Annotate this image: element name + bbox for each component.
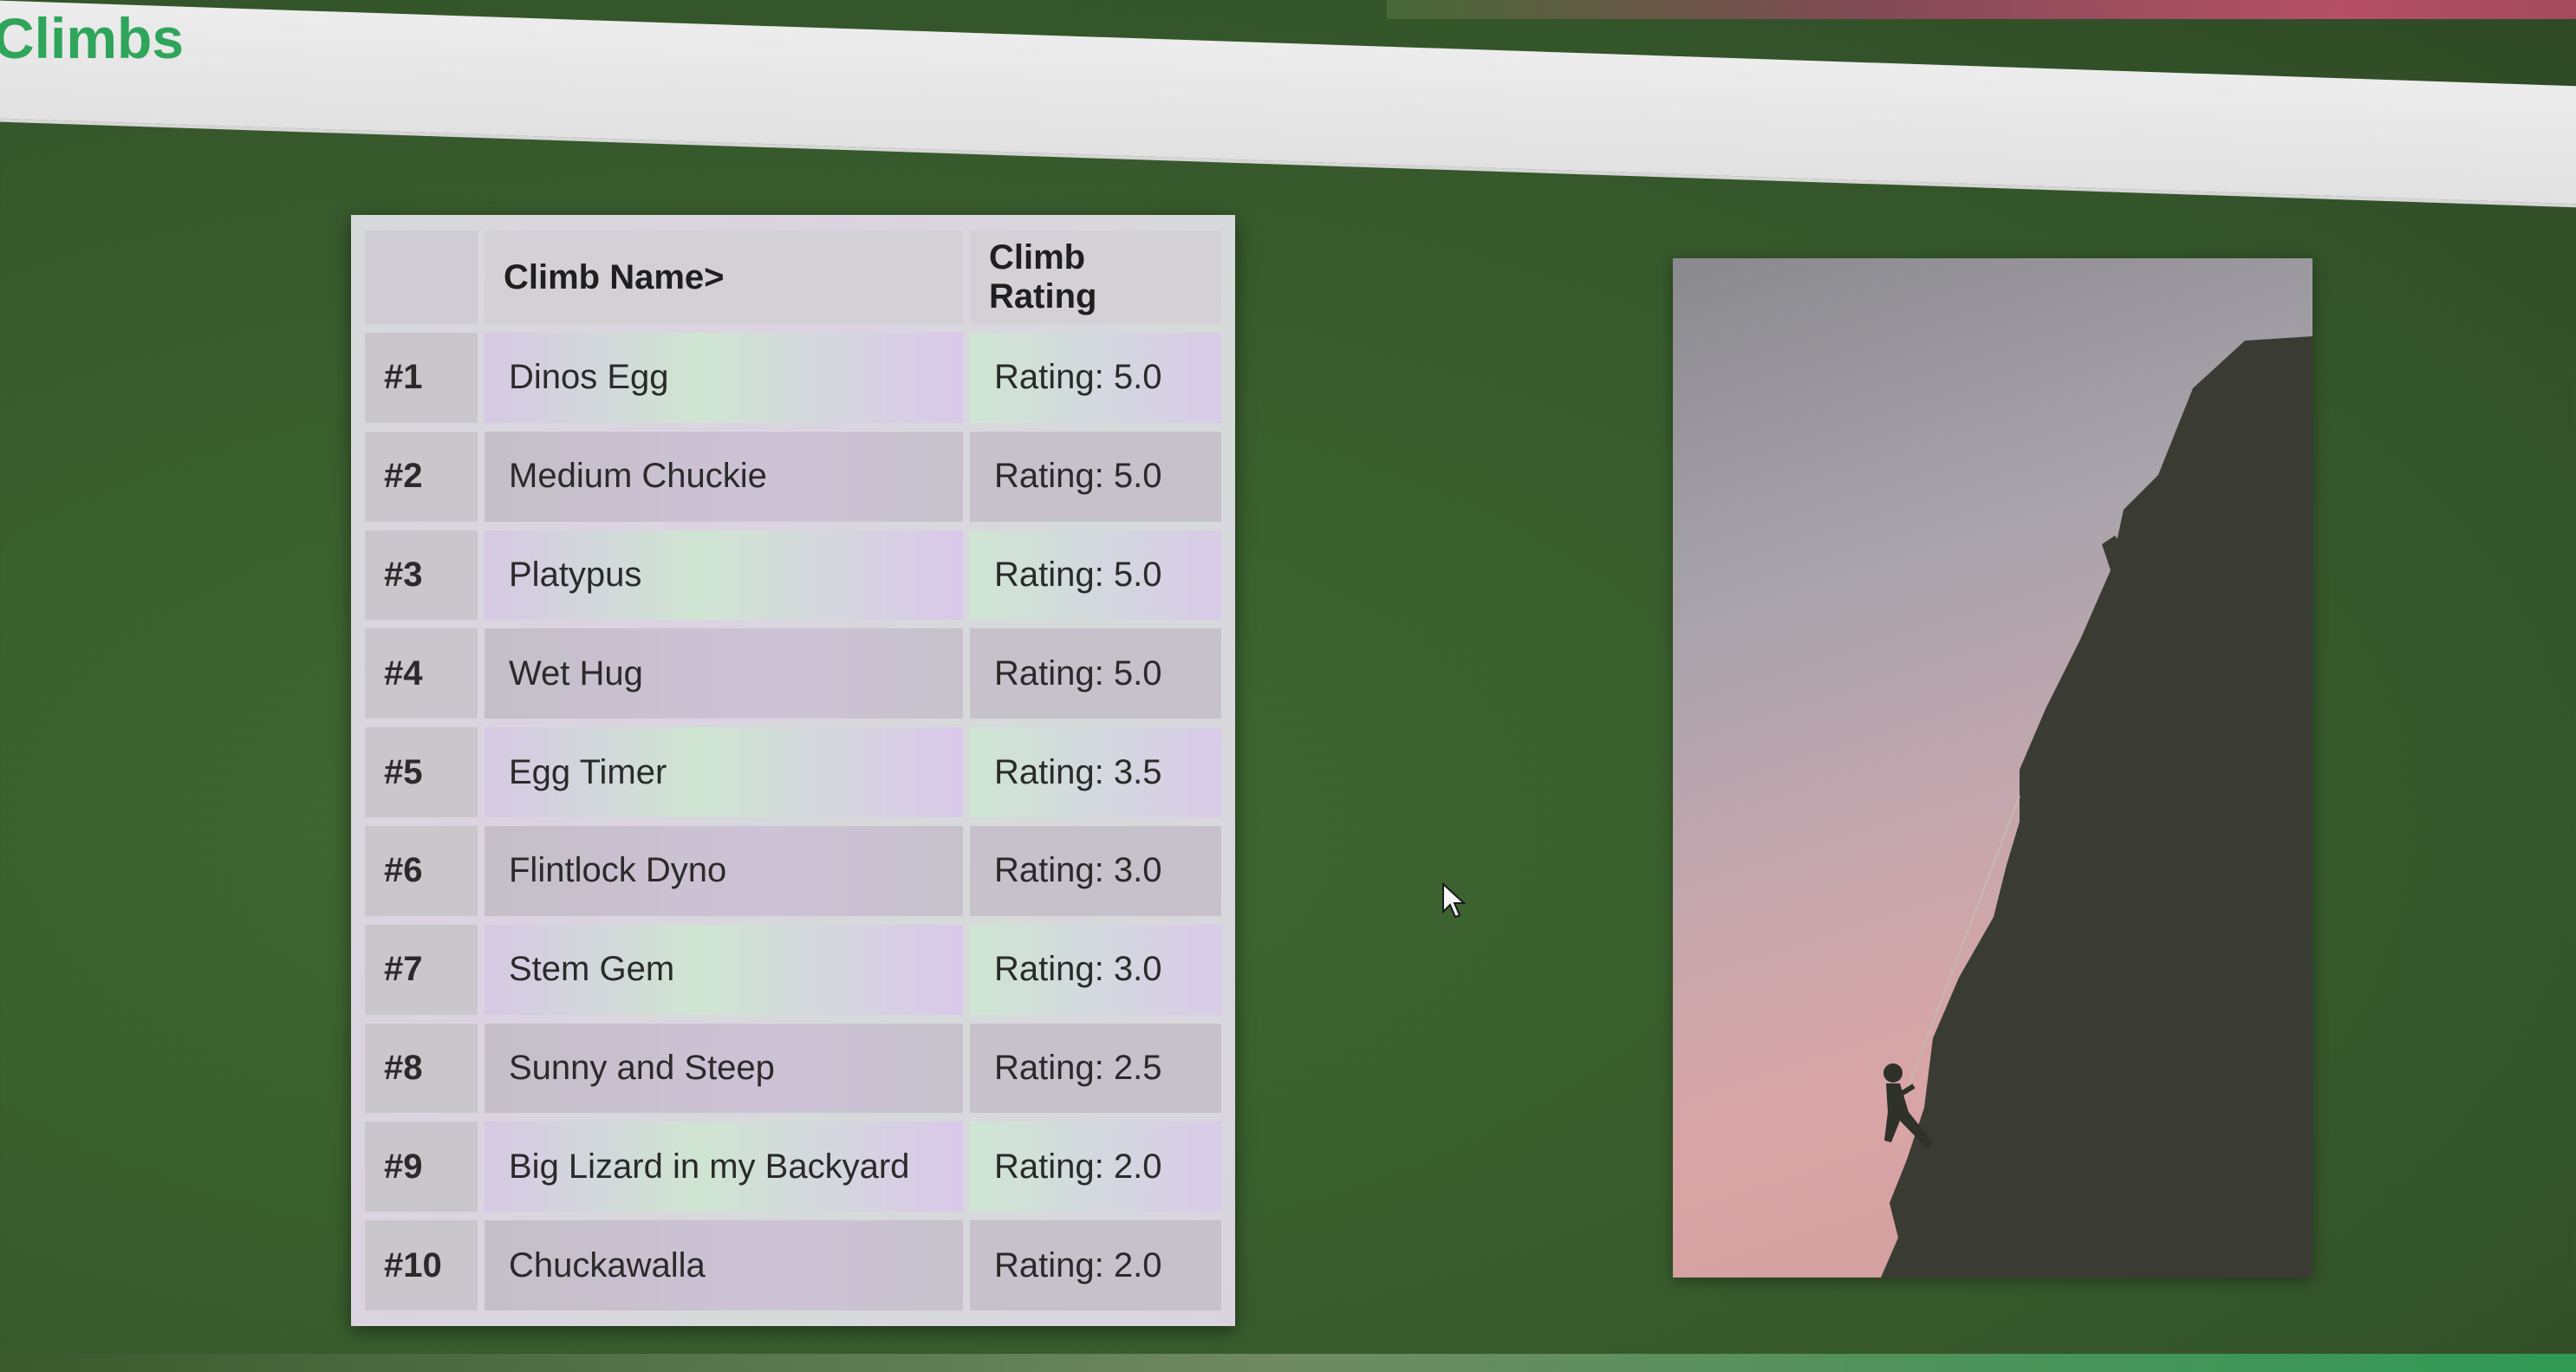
table-row[interactable]: #9 Big Lizard in my Backyard Rating: 2.0 — [365, 1122, 1221, 1213]
rank-cell: #3 — [365, 530, 478, 621]
table-row[interactable]: #8 Sunny and Steep Rating: 2.5 — [365, 1023, 1221, 1114]
climb-rating-cell: Rating: 5.0 — [970, 333, 1221, 423]
climb-rating-cell: Rating: 2.0 — [970, 1220, 1221, 1310]
climb-name-cell[interactable]: Wet Hug — [485, 628, 963, 719]
rank-cell: #1 — [365, 333, 478, 423]
climb-name-column-header[interactable]: Climb Name> — [485, 231, 963, 324]
mouse-pointer-icon — [1441, 881, 1467, 920]
climber-silhouette-photo — [1673, 258, 2313, 1278]
rank-cell: #2 — [365, 431, 478, 522]
page-header — [0, 0, 2576, 209]
climb-rating-cell: Rating: 5.0 — [970, 530, 1221, 621]
climb-rating-cell: Rating: 3.5 — [970, 727, 1221, 817]
climb-rating-cell: Rating: 3.0 — [970, 924, 1221, 1015]
climb-name-cell[interactable]: Dinos Egg — [485, 333, 963, 423]
table-row[interactable]: #7 Stem Gem Rating: 3.0 — [365, 924, 1221, 1015]
rank-cell: #6 — [365, 825, 478, 916]
table-header-row: Climb Name> Climb Rating — [365, 231, 1221, 324]
table-row[interactable]: #5 Egg Timer Rating: 3.5 — [365, 727, 1221, 817]
climb-name-cell[interactable]: Platypus — [485, 530, 963, 621]
table-row[interactable]: #6 Flintlock Dyno Rating: 3.0 — [365, 825, 1221, 916]
climb-name-cell[interactable]: Medium Chuckie — [485, 431, 963, 522]
rank-cell: #8 — [365, 1023, 478, 1114]
table-row[interactable]: #1 Dinos Egg Rating: 5.0 — [365, 333, 1221, 423]
table-row[interactable]: #4 Wet Hug Rating: 5.0 — [365, 628, 1221, 719]
climb-name-cell[interactable]: Egg Timer — [485, 727, 963, 817]
climb-name-cell[interactable]: Flintlock Dyno — [485, 825, 963, 916]
climb-name-cell[interactable]: Chuckawalla — [485, 1220, 963, 1310]
climb-name-cell[interactable]: Big Lizard in my Backyard — [485, 1122, 963, 1213]
rank-column-header — [365, 231, 478, 324]
climb-name-cell[interactable]: Sunny and Steep — [485, 1023, 963, 1114]
table-row[interactable]: #2 Medium Chuckie Rating: 5.0 — [365, 431, 1221, 522]
rank-cell: #9 — [365, 1122, 478, 1213]
table-row[interactable]: #3 Platypus Rating: 5.0 — [365, 530, 1221, 621]
browser-top-strip — [1387, 0, 2576, 19]
rank-cell: #10 — [365, 1220, 478, 1310]
climb-rating-cell: Rating: 5.0 — [970, 628, 1221, 719]
climb-rating-column-header[interactable]: Climb Rating — [970, 231, 1221, 324]
rank-cell: #7 — [365, 924, 478, 1015]
climb-rating-cell: Rating: 2.5 — [970, 1023, 1221, 1114]
climb-rating-cell: Rating: 2.0 — [970, 1122, 1221, 1213]
climbs-table-container: Climb Name> Climb Rating #1 Dinos Egg Ra… — [351, 215, 1235, 1326]
climb-rating-cell: Rating: 3.0 — [970, 825, 1221, 916]
page-bottom-edge — [0, 1354, 2576, 1372]
page-title: Climbs — [0, 6, 185, 70]
table-row[interactable]: #10 Chuckawalla Rating: 2.0 — [365, 1220, 1221, 1310]
climb-name-cell[interactable]: Stem Gem — [485, 924, 963, 1015]
climbs-table: Climb Name> Climb Rating #1 Dinos Egg Ra… — [358, 222, 1228, 1319]
rank-cell: #4 — [365, 628, 478, 719]
climb-rating-cell: Rating: 5.0 — [970, 431, 1221, 522]
rank-cell: #5 — [365, 727, 478, 817]
